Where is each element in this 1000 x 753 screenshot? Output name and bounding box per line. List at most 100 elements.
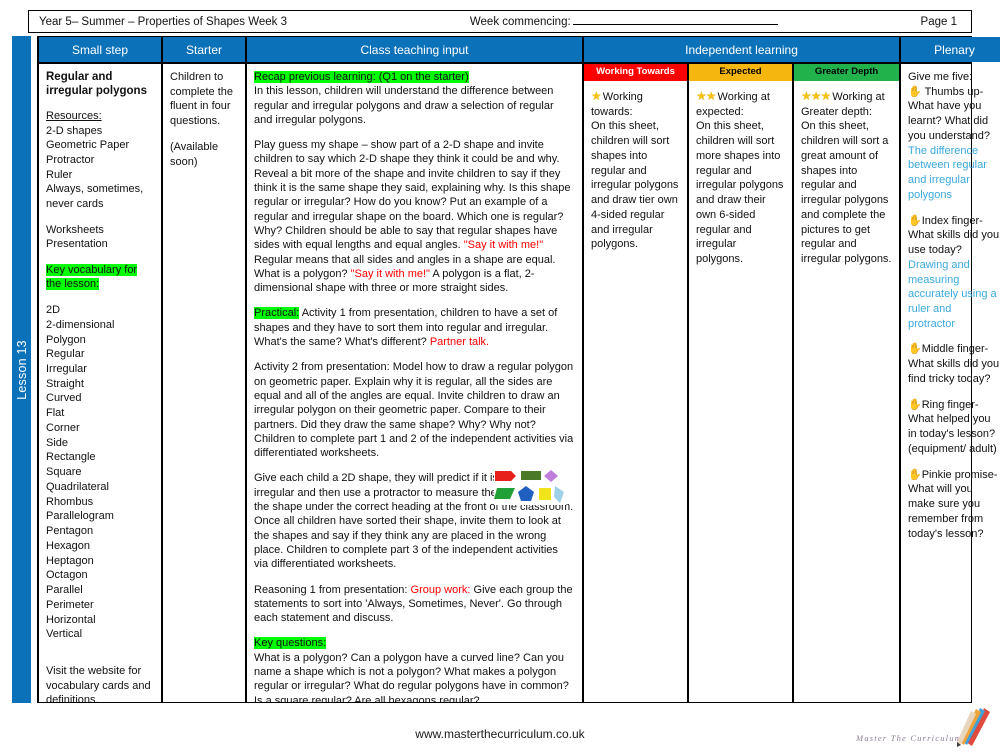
activity-3-paragraph: Give each child a 2D shape, they will pr…	[254, 472, 574, 571]
vocabulary-item: Quadrilateral	[46, 480, 109, 493]
brand-pencil-logo	[836, 706, 996, 748]
vocabulary-item: Flat	[46, 407, 65, 420]
star-icon: ★★	[696, 89, 717, 103]
partner-talk-label: Partner talk.	[429, 336, 490, 349]
activity-2-paragraph: Activity 2 from presentation: Model how …	[254, 361, 574, 460]
plenary-block: ✋Ring finger- What helped you in today's…	[908, 398, 1000, 457]
plenary-block: ✋Middle finger- What skills did you find…	[908, 342, 1000, 386]
document-meta-bar: Year 5– Summer – Properties of Shapes We…	[28, 10, 972, 33]
independent-column-greater-depth: Greater Depth ★★★ Working at Greater dept…	[794, 64, 899, 702]
greater-depth-content: ★★★ Working at Greater depth: On this she…	[794, 81, 899, 702]
vocabulary-item: Vertical	[46, 628, 83, 641]
vocabulary-item: Square	[46, 466, 82, 479]
plenary-intro: Give me five:	[908, 71, 973, 83]
vocabulary-item: 2D	[46, 304, 61, 317]
independent-learning-columns: Working Towards ★ Working towards: On thi…	[584, 64, 899, 702]
table-body-row: Regular and irregular polygons Resources…	[39, 64, 999, 702]
cell-plenary: Give me five: ✋ Thumbs up- What have you…	[901, 64, 1000, 702]
guess-part-1: Play guess my shape – show part of a 2-D…	[254, 139, 571, 252]
practical-label: Practical:	[254, 307, 300, 320]
lesson-plan-table: Small step Starter Class teaching input …	[37, 36, 1000, 703]
vocabulary-item: Octagon	[46, 569, 88, 582]
vocabulary-item: Rhombus	[46, 495, 94, 508]
resource-item: Geometric Paper	[46, 139, 130, 152]
header-class-teaching-input: Class teaching input	[247, 37, 584, 62]
key-vocabulary-heading-text: Key vocabulary for the lesson:	[46, 263, 138, 291]
hand-icon: ✋	[908, 468, 922, 481]
resource-item: Ruler	[46, 168, 73, 181]
table-header-row: Small step Starter Class teaching input …	[39, 37, 1000, 64]
guess-my-shape-paragraph: Play guess my shape – show part of a 2-D…	[254, 138, 575, 295]
key-vocabulary-heading: Key vocabulary for the lesson:	[46, 263, 154, 292]
independent-column-working-towards: Working Towards ★ Working towards: On thi…	[584, 64, 689, 702]
vocabulary-item: Straight	[46, 377, 84, 390]
vocabulary-item: Parallelogram	[46, 510, 114, 523]
resource-item: Always, sometimes, never cards	[46, 183, 144, 210]
plenary-prompt-5: Pinkie promise- What will you make sure …	[908, 468, 998, 540]
lesson-number-label: Lesson 13	[14, 339, 29, 400]
header-plenary: Plenary	[901, 37, 1000, 62]
recap-heading-text: Recap previous learning: (Q1 on the star…	[254, 71, 469, 83]
vocabulary-item: Perimeter	[46, 598, 94, 611]
page-title: Year 5– Summer – Properties of Shapes We…	[39, 15, 288, 28]
vocabulary-item: 2-dimensional	[46, 318, 115, 331]
plenary-content: Give me five: ✋ Thumbs up- What have you…	[908, 70, 1000, 541]
plenary-prompt-4: Ring finger- What helped you in today's …	[908, 398, 997, 455]
cell-class-teaching-input: Recap previous learning: (Q1 on the star…	[247, 64, 584, 702]
plenary-block: ✋Index finger- What skills did you use t…	[908, 214, 1000, 332]
vocabulary-item: Horizontal	[46, 613, 96, 626]
say-it-with-me-2: "Say it with me!"	[350, 267, 430, 280]
website-note: Visit the website for vocabulary cards a…	[46, 664, 151, 702]
resource-item: Protractor	[46, 154, 95, 167]
key-questions-heading: Key questions:	[254, 636, 575, 650]
working-towards-body: On this sheet, children will sort shapes…	[591, 120, 679, 251]
vocabulary-item: Rectangle	[46, 451, 96, 464]
starter-availability: (Available soon)	[170, 140, 219, 168]
recap-heading: Recap previous learning: (Q1 on the star…	[254, 70, 575, 84]
hand-icon: ✋	[908, 214, 922, 227]
material-item: Worksheets	[46, 223, 104, 236]
week-commencing-label: Week commencing:	[469, 16, 571, 28]
independent-column-expected: Expected ★★ Working at expected: On this …	[689, 64, 794, 702]
small-step-title: Regular and irregular polygons	[46, 71, 147, 98]
vocabulary-item: Regular	[46, 348, 85, 361]
hand-icon: ✋	[908, 85, 922, 98]
vocabulary-item: Curved	[46, 392, 82, 405]
expected-content: ★★ Working at expected: On this sheet, ch…	[689, 81, 792, 702]
recap-body: In this lesson, children will understand…	[254, 85, 554, 126]
week-commencing-field: Week commencing:	[287, 15, 921, 28]
cell-small-step: Regular and irregular polygons Resources…	[39, 64, 163, 702]
band-working-towards: Working Towards	[584, 64, 687, 81]
vocabulary-item: Polygon	[46, 333, 86, 346]
vocabulary-item: Pentagon	[46, 525, 94, 538]
vocabulary-item: Corner	[46, 421, 80, 434]
cell-starter: Children to complete the fluent in four …	[163, 64, 247, 702]
lesson-number-spine: Lesson 13	[12, 36, 31, 703]
star-icon: ★★★	[801, 89, 831, 103]
band-expected: Expected	[689, 64, 792, 81]
expected-body: On this sheet, children will sort more s…	[696, 120, 784, 266]
group-work-label: Group work:	[410, 583, 471, 596]
practical-paragraph: Practical: Activity 1 from presentation,…	[254, 306, 575, 349]
working-towards-content: ★ Working towards: On this sheet, childre…	[584, 81, 687, 702]
vocabulary-item: Side	[46, 436, 69, 449]
say-it-with-me-1: "Say it with me!"	[463, 239, 544, 252]
plenary-answer-2: Drawing and measuring accurately using a…	[908, 258, 997, 330]
page-number: Page 1	[920, 15, 957, 28]
band-greater-depth: Greater Depth	[794, 64, 899, 81]
header-independent-learning: Independent learning	[584, 37, 901, 62]
week-commencing-blank[interactable]	[572, 15, 778, 25]
vocabulary-item: Heptagon	[46, 554, 94, 567]
resources-heading: Resources:	[46, 109, 102, 122]
vocabulary-item: Hexagon	[46, 539, 91, 552]
plenary-block: Give me five: ✋ Thumbs up- What have you…	[908, 70, 1000, 203]
resource-item: 2-D shapes	[46, 124, 103, 137]
hand-icon: ✋	[908, 398, 922, 411]
hand-icon: ✋	[908, 343, 922, 356]
vocabulary-item: Irregular	[46, 363, 87, 376]
